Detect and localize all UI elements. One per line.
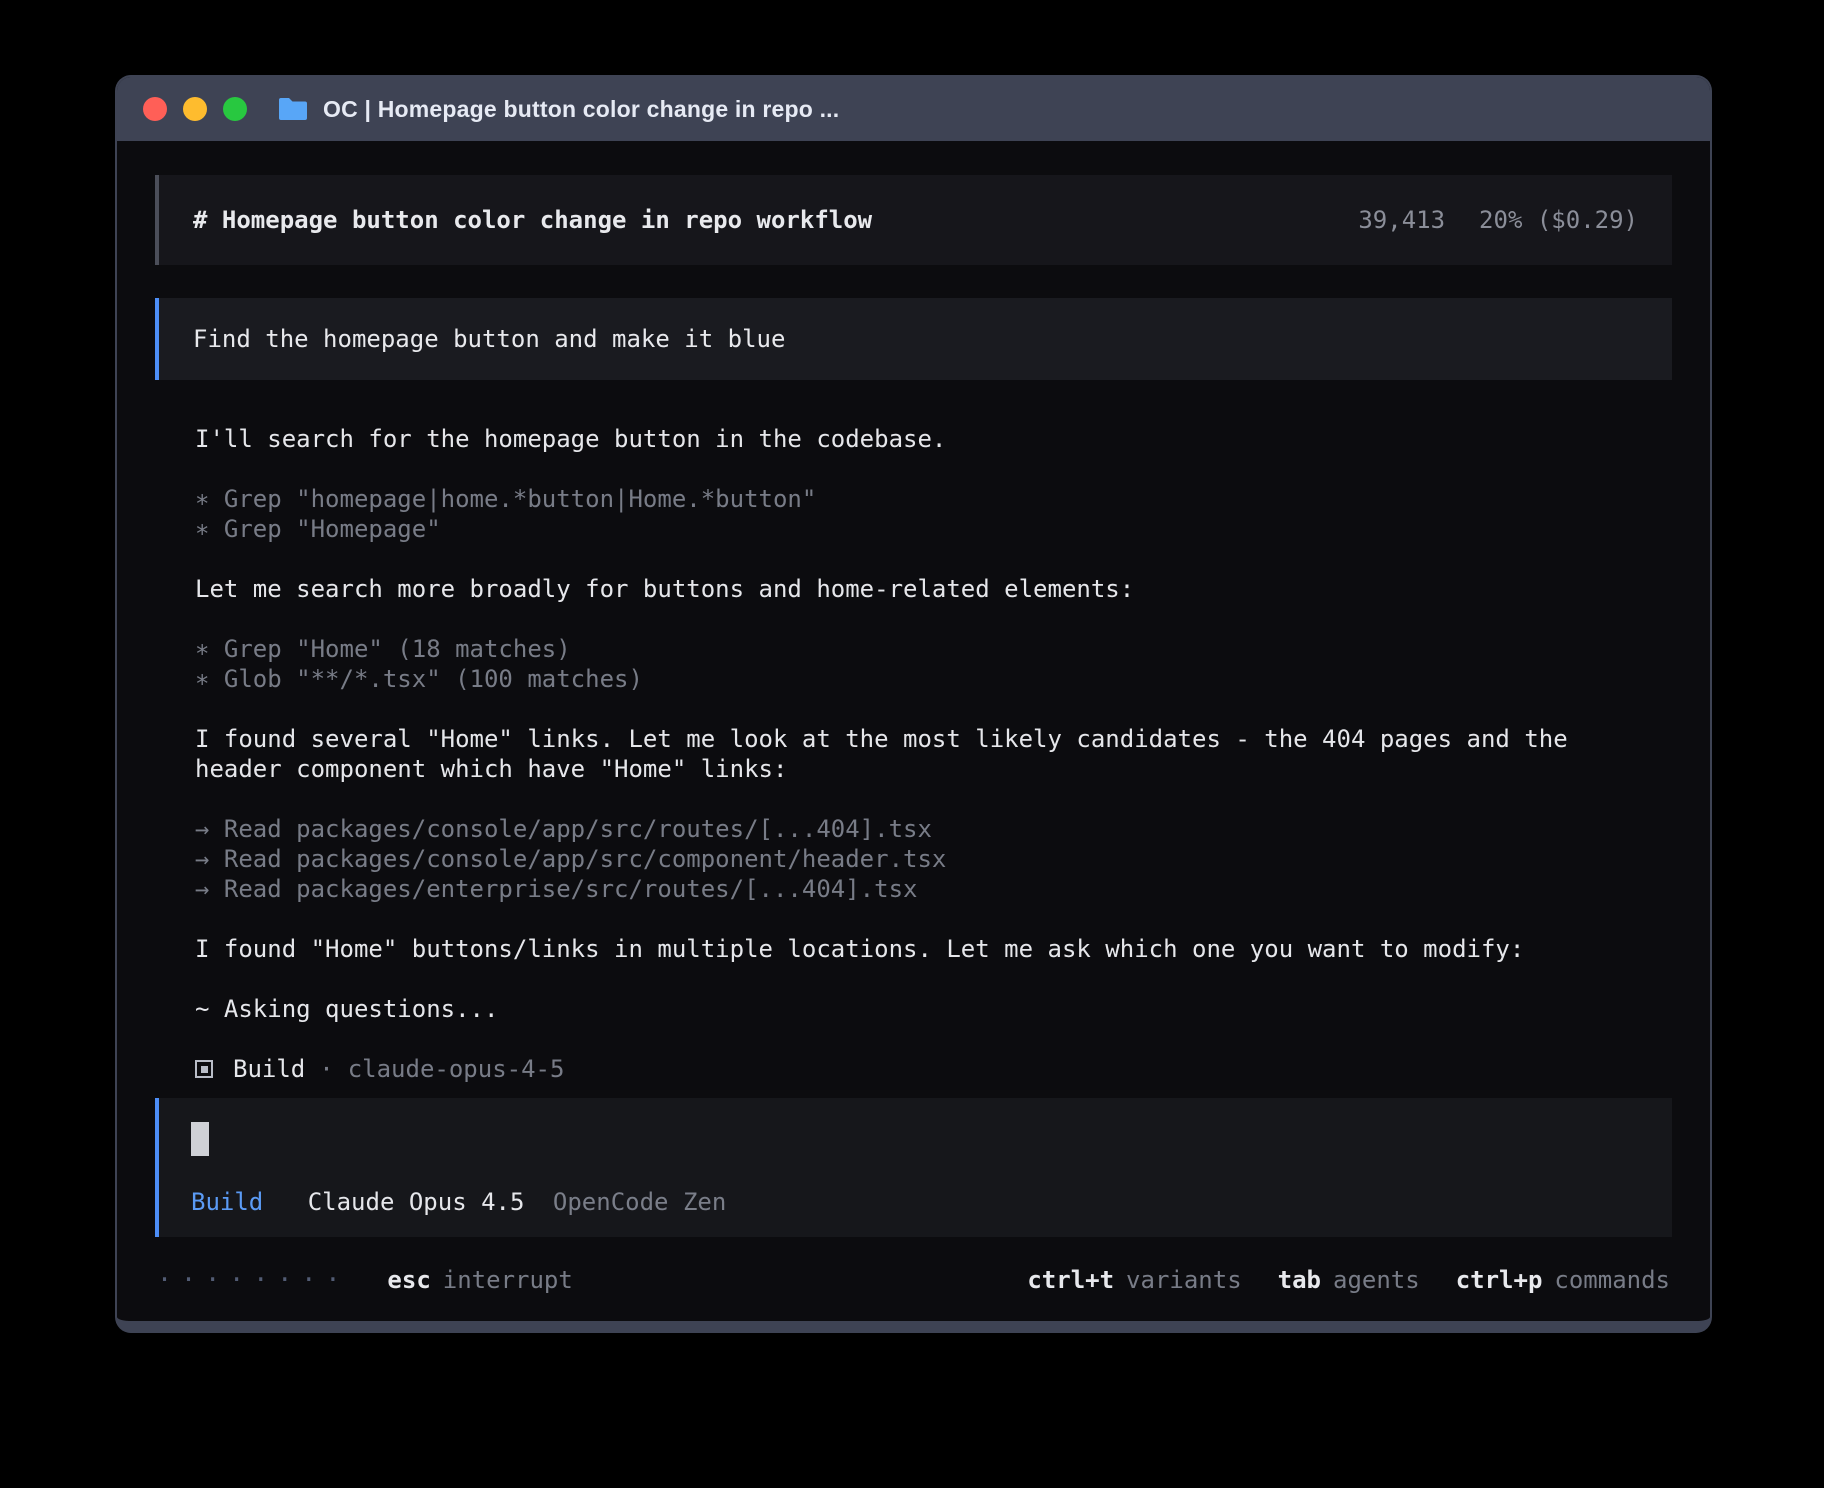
interrupt-label: interrupt	[443, 1265, 573, 1295]
assistant-message-line: I found several "Home" links. Let me loo…	[195, 724, 1635, 784]
session-stats: 39,413 20% ($0.29)	[1358, 206, 1638, 234]
transcript: I'll search for the homepage button in t…	[195, 424, 1635, 1084]
status-shortcuts: ctrl+t variants tab agents ctrl+p comman…	[1027, 1265, 1670, 1295]
shortcut-variants: ctrl+t variants	[1027, 1265, 1241, 1295]
terminal-window: OC | Homepage button color change in rep…	[115, 75, 1712, 1333]
mode-label[interactable]: Build	[191, 1188, 263, 1216]
shortcut-agents: tab agents	[1278, 1265, 1420, 1295]
model-line: Build Claude Opus 4.5 OpenCode Zen	[191, 1187, 1640, 1217]
tool-call-line: → Read packages/enterprise/src/routes/[.…	[195, 874, 1635, 904]
status-left: ········ esc interrupt	[157, 1265, 573, 1295]
spinner-dots: ········	[157, 1265, 349, 1295]
prompt-input[interactable]: Build Claude Opus 4.5 OpenCode Zen	[155, 1098, 1672, 1237]
agent-status-line: Build · claude-opus-4-5	[195, 1054, 1635, 1084]
agent-model: claude-opus-4-5	[348, 1054, 565, 1084]
provider-name: OpenCode Zen	[553, 1188, 726, 1216]
shortcut-label: variants	[1126, 1265, 1242, 1295]
tool-call-line: ∗ Glob "**/*.tsx" (100 matches)	[195, 664, 1635, 694]
user-message: Find the homepage button and make it blu…	[155, 298, 1672, 380]
terminal-content: # Homepage button color change in repo w…	[117, 141, 1710, 1295]
tool-call-line: ∗ Grep "Home" (18 matches)	[195, 634, 1635, 664]
zoom-button[interactable]	[223, 97, 247, 121]
agent-square-icon	[195, 1060, 213, 1078]
user-message-text: Find the homepage button and make it blu…	[193, 325, 785, 353]
agent-name: Build	[233, 1054, 305, 1084]
status-bar: ········ esc interrupt ctrl+t variants t…	[155, 1265, 1672, 1295]
shortcut-key: ctrl+t	[1027, 1265, 1114, 1295]
agent-separator: ·	[319, 1054, 333, 1084]
text-cursor	[191, 1122, 209, 1156]
model-name[interactable]: Claude Opus 4.5	[308, 1188, 525, 1216]
shortcut-label: commands	[1554, 1265, 1670, 1295]
token-count: 39,413	[1358, 206, 1445, 234]
context-usage: 20% ($0.29)	[1479, 206, 1638, 234]
assistant-message-line: I found "Home" buttons/links in multiple…	[195, 934, 1635, 964]
tool-call-line: → Read packages/console/app/src/componen…	[195, 844, 1635, 874]
assistant-message-line: Let me search more broadly for buttons a…	[195, 574, 1635, 604]
tool-call-line: → Read packages/console/app/src/routes/[…	[195, 814, 1635, 844]
shortcut-commands: ctrl+p commands	[1456, 1265, 1670, 1295]
assistant-status-line: ~ Asking questions...	[195, 994, 1635, 1024]
window-title: OC | Homepage button color change in rep…	[323, 96, 839, 123]
shortcut-label: agents	[1333, 1265, 1420, 1295]
close-button[interactable]	[143, 97, 167, 121]
shortcut-key: ctrl+p	[1456, 1265, 1543, 1295]
title-bar: OC | Homepage button color change in rep…	[117, 77, 1710, 141]
tool-call-line: ∗ Grep "Homepage"	[195, 514, 1635, 544]
session-title: # Homepage button color change in repo w…	[193, 206, 872, 234]
interrupt-key: esc	[387, 1265, 430, 1295]
shortcut-key: tab	[1278, 1265, 1321, 1295]
session-header: # Homepage button color change in repo w…	[155, 175, 1672, 265]
assistant-message-line: I'll search for the homepage button in t…	[195, 424, 1635, 454]
tool-call-line: ∗ Grep "homepage|home.*button|Home.*butt…	[195, 484, 1635, 514]
minimize-button[interactable]	[183, 97, 207, 121]
folder-icon	[277, 96, 309, 122]
